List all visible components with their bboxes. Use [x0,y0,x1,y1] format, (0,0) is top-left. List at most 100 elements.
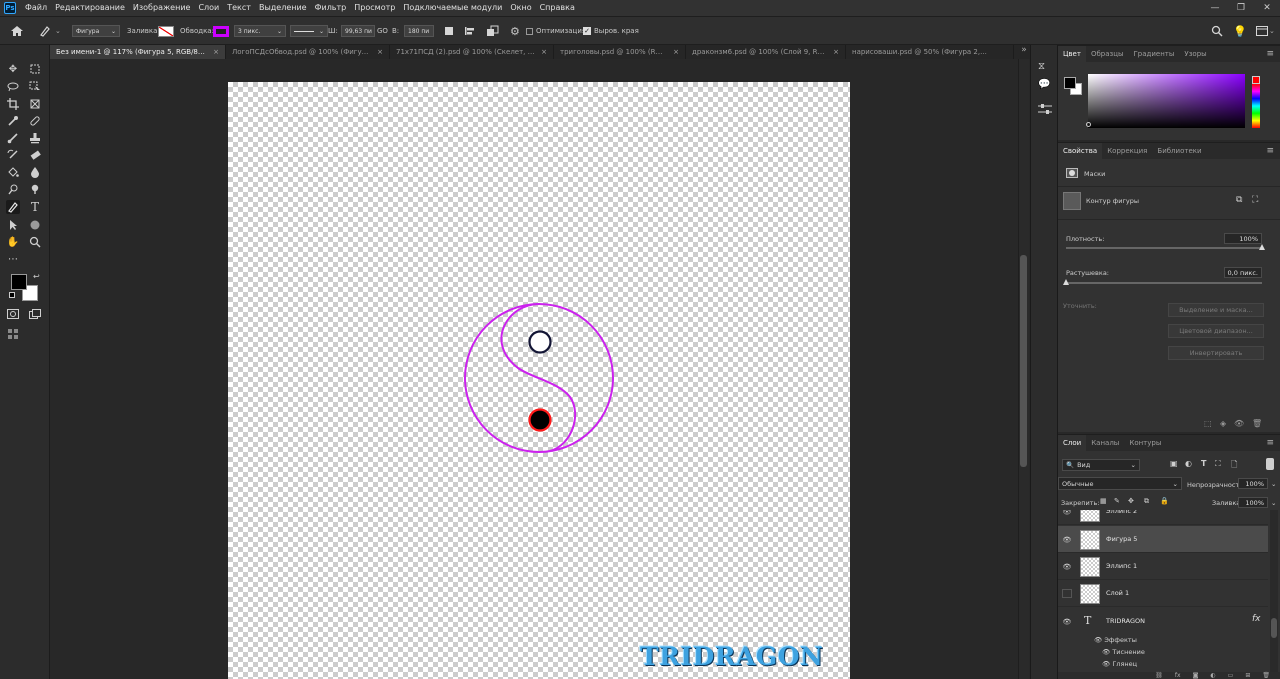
eye-icon[interactable]: 👁 [1102,648,1112,656]
foreground-color-swatch[interactable] [11,274,27,290]
visibility-eye-icon[interactable]: 👁 [1062,535,1072,544]
path-alignment-icon[interactable] [464,17,476,45]
path-selection-tool-icon[interactable] [6,218,20,232]
opacity-dropdown-icon[interactable]: ⌄ [1271,480,1276,488]
color-range-button[interactable]: Цветовой диапазон... [1168,324,1264,338]
tab-document-2[interactable]: ЛогоПСДсОбвод.psd @ 100% (Фигу... × [226,45,390,59]
add-style-icon[interactable]: fx [1175,672,1181,679]
history-brush-tool-icon[interactable] [6,148,20,162]
spot-healing-tool-icon[interactable] [28,114,42,128]
color-foreground-swatch[interactable] [1064,77,1076,89]
brush-tool-icon[interactable] [6,131,20,145]
filter-shape-icon[interactable]: ⛶ [1215,459,1221,469]
gear-icon[interactable]: ⚙ [510,17,520,45]
width-field[interactable]: 99,63 пи [341,25,375,37]
lock-position-icon[interactable]: ✥ [1128,497,1134,505]
history-panel-icon[interactable]: ⧖ [1038,61,1045,72]
menu-view[interactable]: Просмотр [350,0,399,16]
stroke-type-select[interactable]: ⌄ [290,25,328,37]
add-mask-icon[interactable]: ⧉ [1236,195,1242,205]
tab-channels[interactable]: Каналы [1086,435,1124,451]
clone-stamp-tool-icon[interactable] [28,131,42,145]
tab-adjustments[interactable]: Коррекция [1102,143,1152,159]
layer-row-shape-5[interactable]: 👁 Фигура 5 [1058,526,1268,553]
menu-select[interactable]: Выделение [255,0,311,16]
tabs-overflow-icon[interactable]: » [1018,45,1030,59]
zoom-tool-icon[interactable] [28,235,42,249]
pen-tool-icon[interactable] [6,200,20,214]
move-tool-icon[interactable]: ✥ [6,62,20,76]
visibility-eye-icon[interactable]: 👁 [1062,510,1072,516]
tab-swatches[interactable]: Образцы [1086,46,1129,62]
tab-document-5[interactable]: драконзм6.psd @ 100% (Слой 9, RG... × [686,45,846,59]
menu-file[interactable]: Файл [21,0,51,16]
menu-type[interactable]: Текст [223,0,255,16]
filter-type-icon[interactable]: T [1201,459,1206,468]
panel-menu-icon[interactable]: ≡ [1266,438,1274,448]
eye-icon[interactable]: 👁 [1102,660,1112,668]
paint-bucket-tool-icon[interactable] [6,165,20,179]
layer-effects-badge[interactable]: fx [1252,614,1261,624]
adjustments-panel-icon[interactable] [1038,103,1052,117]
menu-plugins[interactable]: Подключаемые модули [399,0,506,16]
search-icon[interactable] [1211,17,1223,45]
fill-swatch[interactable] [158,25,174,37]
home-icon[interactable] [10,17,24,45]
close-tab-icon[interactable]: × [377,48,383,56]
close-tab-icon[interactable]: × [213,48,219,56]
layers-scrollbar[interactable] [1270,510,1278,675]
density-slider[interactable] [1066,247,1262,249]
vector-mask-icon[interactable]: ⛶ [1252,195,1258,205]
tab-gradients[interactable]: Градиенты [1129,46,1180,62]
filter-pixel-icon[interactable]: ▣ [1170,459,1178,468]
lock-pixels-icon[interactable]: ✎ [1114,497,1120,505]
vector-mask-thumbnail[interactable] [1063,192,1081,210]
scrollbar-thumb[interactable] [1020,255,1027,467]
filter-adjustment-icon[interactable]: ◐ [1185,459,1192,468]
optimize-checkbox[interactable]: Оптимизация [526,17,586,45]
discover-icon[interactable]: 💡 [1233,17,1247,45]
tab-paths[interactable]: Контуры [1124,435,1166,451]
swap-colors-icon[interactable]: ↩ [33,272,40,281]
lock-artboard-icon[interactable]: ⧉ [1144,497,1149,506]
menu-window[interactable]: Окно [506,0,535,16]
tab-document-6[interactable]: нарисоваши.psd @ 50% (Фигура 2,... [846,45,1014,59]
minimize-button[interactable]: — [1202,0,1228,16]
delete-mask-icon[interactable]: 🗑 [1252,419,1262,428]
marquee-tool-icon[interactable] [28,62,42,76]
stroke-swatch[interactable] [213,25,229,37]
yin-yang-shape[interactable] [462,302,614,456]
blend-mode-select[interactable]: Обычные ⌄ [1058,477,1182,490]
lasso-tool-icon[interactable] [6,80,20,94]
close-tab-icon[interactable]: × [673,48,679,56]
visibility-toggle-hidden[interactable] [1062,589,1072,598]
tab-color[interactable]: Цвет [1058,46,1086,62]
mode-select[interactable]: Фигура ⌄ [72,25,120,37]
toggle-mask-icon[interactable]: 👁 [1234,419,1244,428]
visibility-eye-icon[interactable]: 👁 [1062,562,1072,571]
effects-row[interactable]: 👁 Эффекты [1094,636,1137,644]
tab-document-1[interactable]: Без имени-1 @ 117% (Фигура 5, RGB/8#) * × [50,45,226,59]
menu-help[interactable]: Справка [536,0,579,16]
panel-menu-icon[interactable]: ≡ [1266,146,1274,156]
opacity-field[interactable]: 100% [1238,478,1268,489]
out-of-gamut-swatch[interactable] [1252,76,1260,84]
visibility-eye-icon[interactable]: 👁 [1062,617,1072,626]
tab-properties[interactable]: Свойства [1058,143,1103,159]
layer-filter-select[interactable]: 🔍 Вид ⌄ [1062,459,1140,471]
smudge-tool-icon[interactable] [28,182,42,196]
feather-slider[interactable] [1066,282,1262,284]
frame-tool-icon[interactable] [28,97,42,111]
invert-button[interactable]: Инвертировать [1168,346,1264,360]
new-adjustment-icon[interactable]: ◐ [1210,672,1215,679]
new-group-icon[interactable]: ▭ [1228,672,1234,679]
eye-icon[interactable]: 👁 [1094,636,1104,644]
filter-smart-object-icon[interactable]: 🗋 [1231,459,1237,473]
lock-all-icon[interactable]: 🔒 [1160,497,1169,505]
tab-libraries[interactable]: Библиотеки [1152,143,1206,159]
feather-slider-thumb[interactable] [1063,279,1069,285]
feather-field[interactable]: 0,0 пикс. [1224,267,1262,278]
eraser-tool-icon[interactable] [28,148,42,162]
default-colors-icon[interactable] [9,292,15,298]
color-picker-field[interactable] [1088,74,1245,128]
